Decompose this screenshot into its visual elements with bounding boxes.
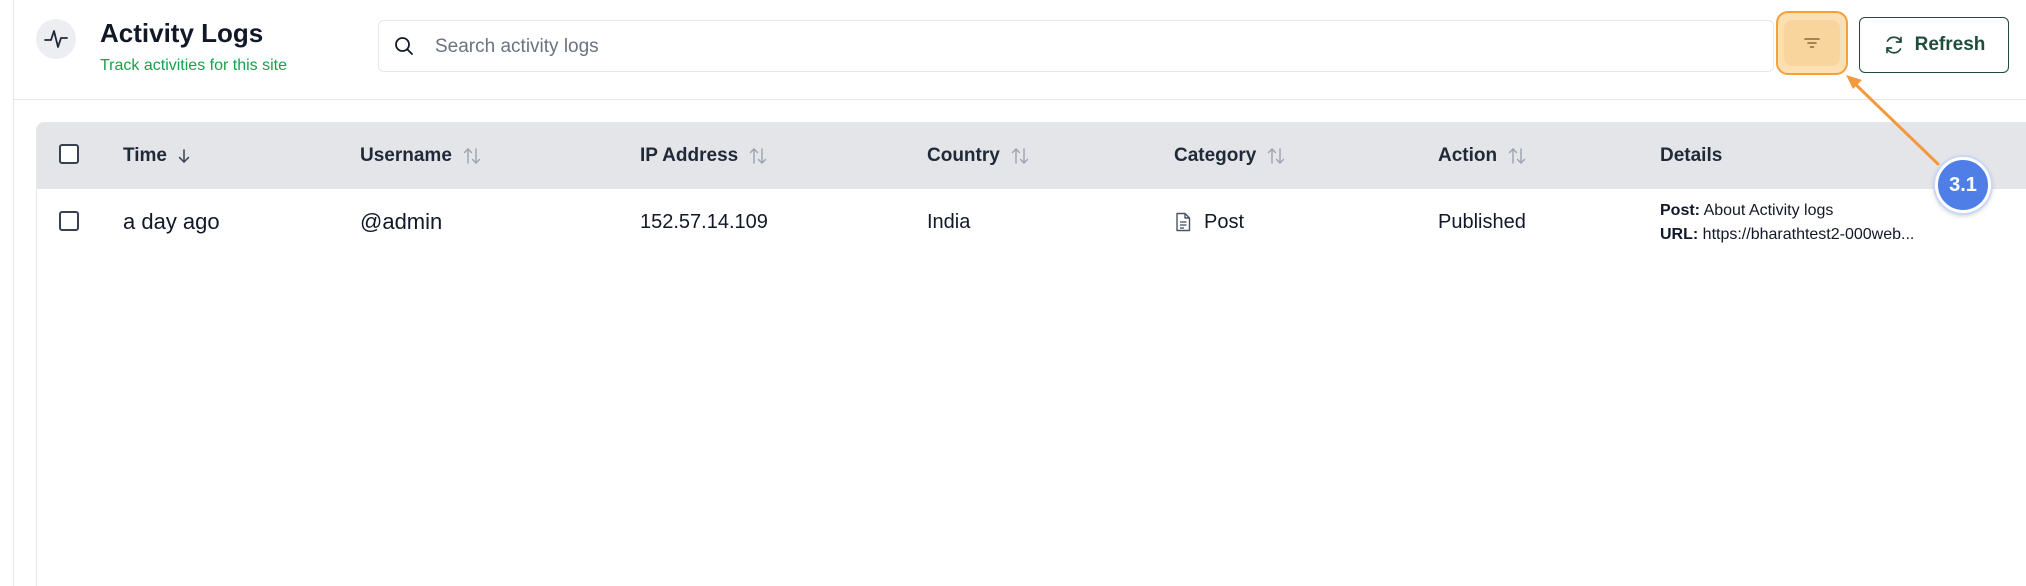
page-header: Activity Logs Track activities for this …	[14, 0, 2026, 100]
activity-table: Time Username IP Address Country Categor…	[36, 122, 2026, 586]
sort-both-icon	[748, 147, 768, 165]
cell-time: a day ago	[123, 209, 220, 234]
details-url-line: URL: https://bharathtest2-000web...	[1660, 223, 1914, 247]
cell-category: Post	[1174, 189, 1244, 255]
table-header: Time Username IP Address Country Categor…	[37, 123, 2026, 189]
table-row[interactable]: a day ago @admin 152.57.14.109 India Pos…	[37, 189, 2026, 255]
column-header-category[interactable]: Category	[1174, 123, 1286, 189]
cell-details: Post: About Activity logs URL: https://b…	[1660, 199, 1914, 247]
document-icon	[1174, 212, 1192, 232]
category-label: Post	[1204, 210, 1245, 233]
select-all-checkbox[interactable]	[59, 144, 79, 164]
column-header-action[interactable]: Action	[1438, 123, 1527, 189]
activity-logs-page: Activity Logs Track activities for this …	[0, 0, 2026, 586]
column-header-time[interactable]: Time	[123, 123, 191, 189]
column-header-username[interactable]: Username	[360, 123, 482, 189]
filter-icon	[1804, 38, 1820, 48]
refresh-icon	[1885, 36, 1902, 54]
page-subtitle: Track activities for this site	[100, 57, 288, 74]
column-header-ip-address[interactable]: IP Address	[640, 123, 768, 189]
details-post-label: Post:	[1660, 202, 1700, 219]
activity-pulse-icon	[36, 19, 76, 59]
cell-ip-address: 152.57.14.109	[640, 210, 768, 233]
column-header-details: Details	[1660, 145, 1723, 166]
page-title: Activity Logs	[100, 18, 264, 48]
annotation-step-badge: 3.1	[1935, 157, 1991, 213]
refresh-label: Refresh	[1914, 34, 1986, 55]
search-box	[378, 20, 1774, 73]
details-url-label: URL:	[1660, 226, 1699, 243]
details-post-line: Post: About Activity logs	[1660, 199, 1914, 223]
sort-desc-icon	[177, 148, 191, 164]
filter-button[interactable]	[1776, 11, 1848, 75]
sort-both-icon	[1266, 147, 1286, 165]
cell-country: India	[927, 210, 971, 233]
details-post-value: About Activity logs	[1703, 202, 1834, 219]
sort-both-icon	[462, 147, 482, 165]
column-header-country[interactable]: Country	[927, 123, 1030, 189]
cell-action: Published	[1438, 210, 1526, 233]
search-input[interactable]	[433, 21, 1757, 73]
cell-username: @admin	[360, 209, 443, 234]
search-icon	[395, 37, 413, 55]
sort-both-icon	[1507, 147, 1527, 165]
details-url-value: https://bharathtest2-000web...	[1702, 226, 1915, 243]
refresh-button[interactable]: Refresh	[1859, 17, 2009, 73]
row-checkbox[interactable]	[59, 211, 79, 231]
sort-both-icon	[1010, 147, 1030, 165]
